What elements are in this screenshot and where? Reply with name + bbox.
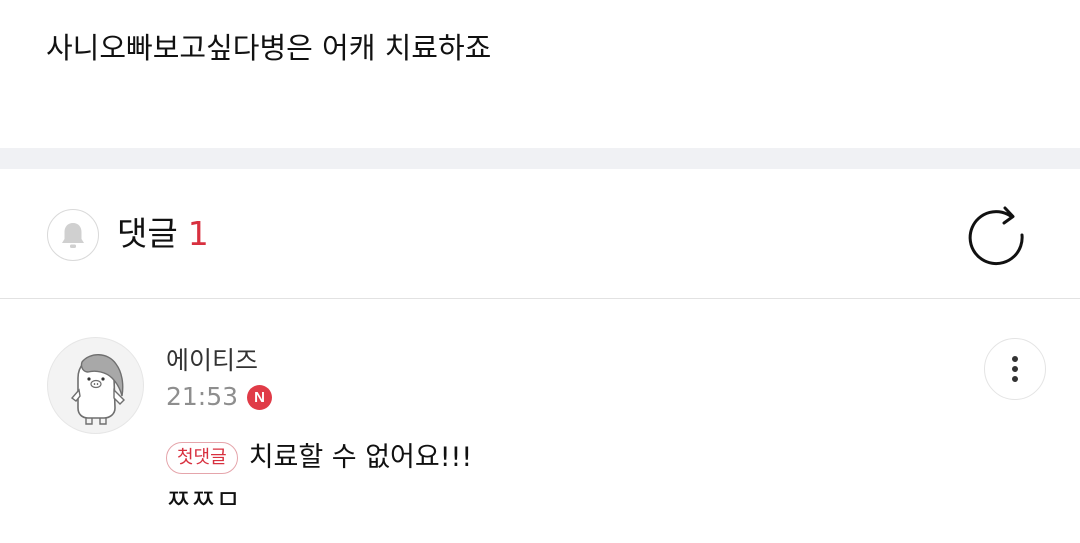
- comment-text-line-2: ㅉㅉㅁ: [166, 485, 241, 516]
- comment-count: 1: [187, 214, 209, 253]
- comment-time: 21:53: [166, 382, 239, 411]
- new-badge: N: [247, 384, 273, 410]
- character-avatar-icon: [70, 354, 125, 425]
- comment-item: 에이티즈 21:53 N 첫댓글 치료할 수 없어요!!! ㅉㅉㅁ: [0, 300, 1080, 543]
- comment-text: 치료할 수 없어요!!!: [248, 442, 473, 473]
- post-text: 사니오빠보고싶다병은 어캐 치료하죠: [46, 31, 492, 65]
- comment-title-label: 댓글: [117, 214, 178, 253]
- comment-author[interactable]: 에이티즈: [166, 345, 258, 377]
- refresh-button[interactable]: [963, 201, 1029, 267]
- post-body: 사니오빠보고싶다병은 어캐 치료하죠: [0, 0, 1080, 148]
- first-comment-badge: 첫댓글: [166, 442, 238, 474]
- bell-icon: [62, 223, 84, 248]
- section-divider: [0, 148, 1080, 169]
- comment-header: 댓글 1: [0, 169, 1080, 299]
- notification-bell-button[interactable]: [47, 209, 99, 261]
- comment-section-title: 댓글 1: [117, 213, 209, 255]
- avatar[interactable]: [47, 337, 144, 434]
- comment-content: 첫댓글 치료할 수 없어요!!!: [166, 440, 472, 476]
- refresh-icon: [968, 206, 1024, 266]
- more-vertical-icon: [1012, 356, 1018, 382]
- comment-meta: 21:53 N: [166, 380, 273, 414]
- more-options-button[interactable]: [984, 338, 1046, 400]
